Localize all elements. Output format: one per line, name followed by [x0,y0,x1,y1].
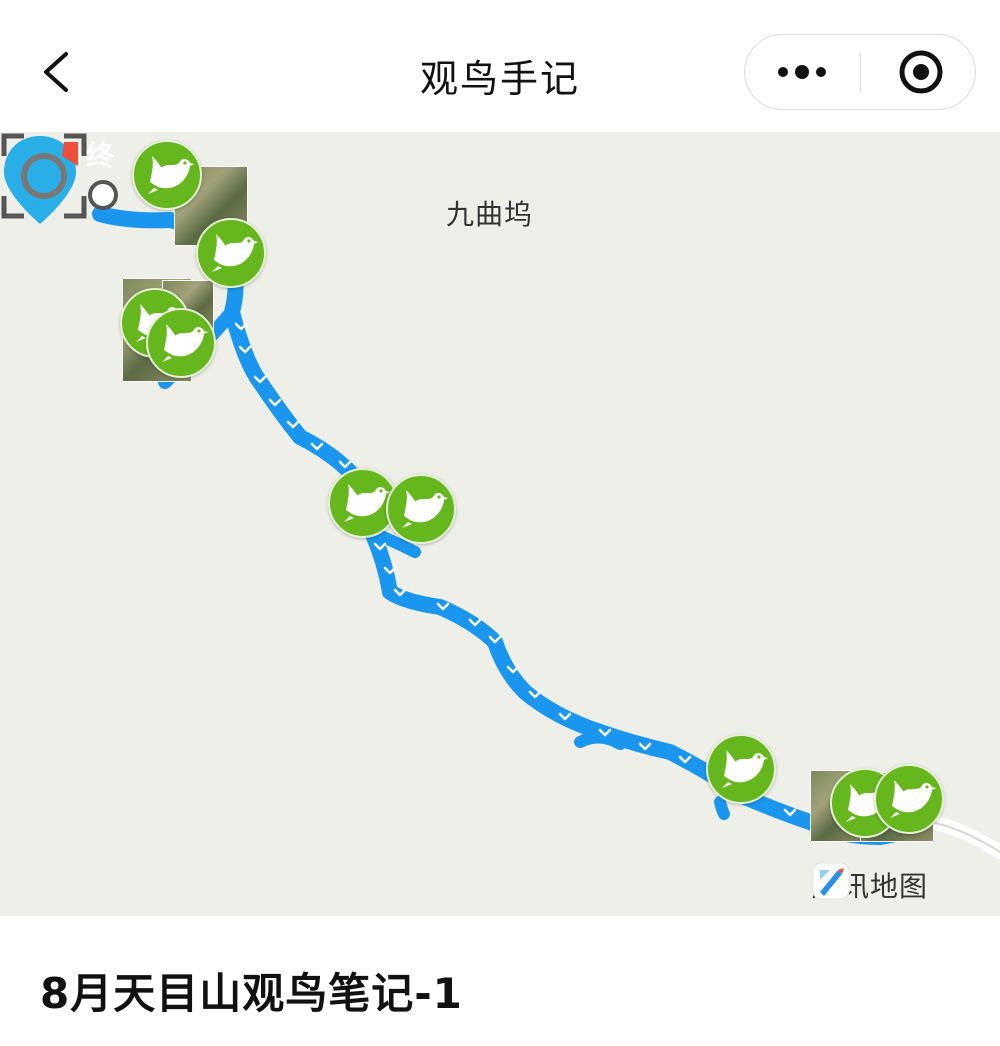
bird-marker-icon[interactable] [196,218,266,288]
bird-marker-icon[interactable] [132,140,202,210]
end-marker-label: 终 [86,139,115,172]
bird-marker-icon[interactable] [706,734,776,804]
nav-bar: 观鸟手记 [0,0,1000,132]
place-label: 九曲坞 [446,198,534,231]
locate-icon[interactable] [0,132,88,220]
route-map[interactable]: 九曲坞 终 腾讯地图 [0,132,1000,916]
bird-marker-icon[interactable] [146,308,216,378]
note-header: 8月天目山观鸟笔记-1 [0,916,1000,1046]
target-close-icon[interactable] [861,35,975,109]
tencent-map-logo-icon [812,862,850,900]
mini-program-capsule [744,34,976,110]
start-point [88,180,118,210]
route-line [92,206,933,845]
note-title: 8月天目山观鸟笔记-1 [40,969,463,1018]
more-dots-icon[interactable] [745,35,860,109]
map-brand: 腾讯地图 [812,862,928,908]
bird-marker-icon[interactable] [874,764,944,834]
bird-marker-icon[interactable] [386,474,456,544]
